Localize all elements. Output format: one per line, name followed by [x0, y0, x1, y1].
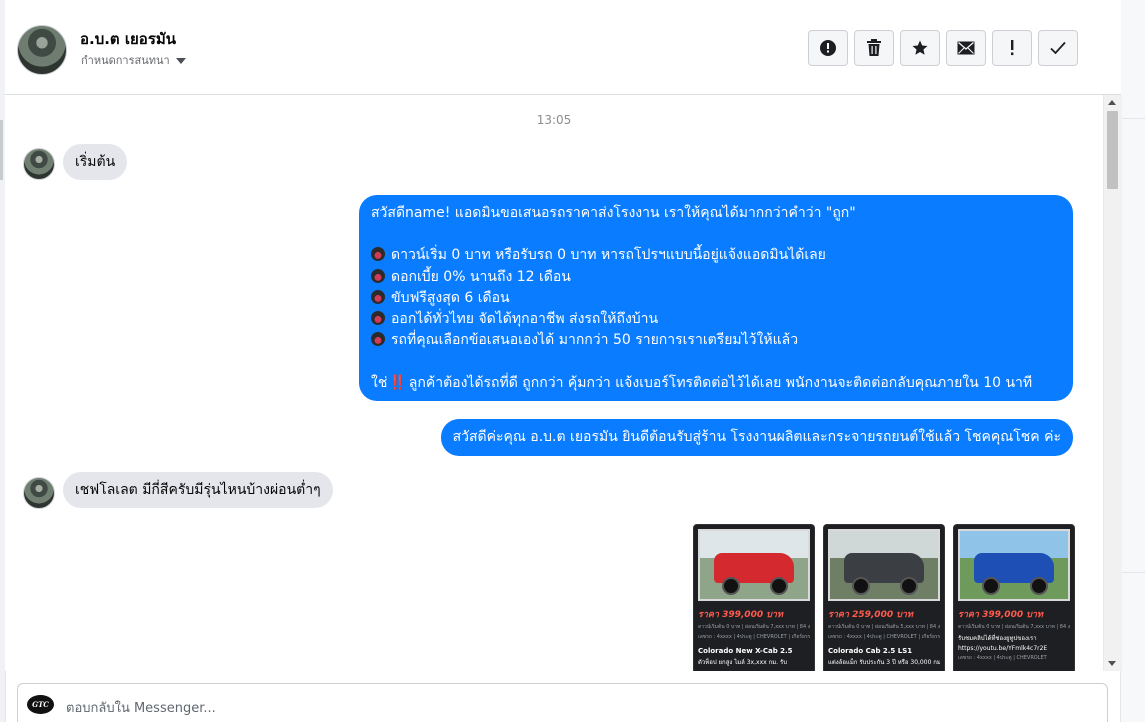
star-button[interactable] — [900, 30, 940, 66]
star-icon — [912, 40, 928, 55]
conversation-assign-dropdown[interactable]: กำหนดการสนทนา — [81, 51, 186, 69]
exclamation-icon — [1011, 40, 1014, 56]
message-timestamp: 13:05 — [536, 113, 572, 127]
conversation-assign-label: กำหนดการสนทนา — [81, 54, 170, 67]
car-price: ราคา 399,000 บาท — [698, 610, 783, 620]
incoming-message[interactable]: เริ่มต้น — [63, 144, 128, 180]
car-model: Colorado New X-Cab 2.5 — [698, 647, 793, 655]
car-emoji-icon — [371, 332, 385, 347]
promo-greeting: สวัสดีname! แอดมินขอเสนอรถราคาส่งโรงงาน … — [371, 205, 856, 221]
conversation-header: อ.บ.ต เยอรมัน กำหนดการสนทนา — [5, 0, 1121, 95]
messenger-inbox-app: อ.บ.ต เยอรมัน กำหนดการสนทนา 13:05 เริ่มต… — [0, 0, 1145, 722]
envelope-icon — [957, 41, 975, 55]
delete-button[interactable] — [854, 30, 894, 66]
car-emoji-icon — [371, 289, 385, 304]
car-youtube-link[interactable]: https://youtu.be/YFmlk4c7r2E — [958, 645, 1070, 652]
car-image-gallery: ราคา 399,000 บาท ดาวน์เริ่มต้น 0 บาท | ผ… — [693, 524, 1075, 671]
car-photo — [698, 529, 810, 601]
car-price: ราคา 259,000 บาท — [828, 610, 913, 620]
double-exclamation-icon: ‼️ — [389, 374, 407, 391]
car-emoji-icon — [371, 268, 385, 283]
promo-bullet: ดอกเบี้ย 0% นานถึง 12 เดือน — [371, 267, 1061, 288]
car-offer-card[interactable]: ราคา 399,000 บาท ดาวน์เริ่มต้น 0 บาท | ผ… — [953, 524, 1075, 671]
car-subline: ตัวท็อป ยกสูง ไมล์ 3x,xxx กม. รับ — [698, 659, 788, 666]
promo-bullet: รถที่คุณเลือกข้อเสนอเองได้ มากกว่า 50 รา… — [371, 330, 1061, 351]
spam-button[interactable] — [992, 30, 1032, 66]
car-model: Colorado Cab 2.5 LS1 — [828, 647, 913, 655]
thread-scrollbar[interactable] — [1103, 95, 1122, 671]
caret-down-icon — [175, 57, 186, 64]
promo-bullet: ดาวน์เริ่ม 0 บาท หรือรับรถ 0 บาท หารถโปร… — [371, 245, 1061, 266]
sender-avatar[interactable] — [23, 477, 55, 509]
contact-avatar[interactable] — [17, 25, 67, 75]
car-photo — [828, 529, 940, 601]
car-subline: แต่งล้อแม็ก รับประกัน 3 ปี หรือ 30,000 ก… — [828, 659, 940, 666]
right-panel-edge — [1120, 0, 1145, 722]
car-price: ราคา 399,000 บาท — [958, 610, 1043, 620]
reply-input-placeholder[interactable]: ตอบกลับใน Messenger... — [66, 697, 216, 718]
car-emoji-icon — [371, 247, 385, 262]
check-icon — [1050, 41, 1066, 55]
trash-icon — [867, 39, 881, 56]
exclamation-circle-icon — [820, 40, 836, 56]
mark-unread-button[interactable] — [946, 30, 986, 66]
outgoing-message-promo[interactable]: สวัสดีname! แอดมินขอเสนอรถราคาส่งโรงงาน … — [359, 195, 1073, 402]
car-tags: เลขรถ : 4xxxx | 4ประตู | CHEVROLET — [958, 655, 1047, 661]
car-finance-details: ดาวน์เริ่มต้น 0 บาท | ผ่อนเริ่มต้น 7,xxx… — [698, 624, 810, 630]
promo-closing: ใช่ ‼️ ลูกค้าต้องได้รถที่ดี ถูกกว่า คุ้มกว… — [371, 373, 1061, 394]
car-emoji-icon — [371, 311, 385, 326]
car-tags: เลขรถ : 4xxxx | 4ประตู | CHEVROLET | เกี… — [698, 634, 810, 640]
car-finance-details: ดาวน์เริ่มต้น 0 บาท | ผ่อนเริ่มต้น 7,xxx… — [958, 624, 1070, 630]
report-button[interactable] — [808, 30, 848, 66]
conversation-actions-toolbar — [808, 30, 1078, 66]
car-offer-card[interactable]: ราคา 399,000 บาท ดาวน์เริ่มต้น 0 บาท | ผ… — [693, 524, 815, 671]
mark-done-button[interactable] — [1038, 30, 1078, 66]
scrollbar-thumb[interactable] — [1107, 111, 1118, 189]
outgoing-message-welcome[interactable]: สวัสดีค่ะคุณ อ.บ.ต เยอรมัน ยินดีต้อนรับส… — [440, 419, 1073, 457]
scroll-down-arrow-icon[interactable] — [1108, 661, 1116, 666]
reply-composer[interactable]: GTC ตอบกลับใน Messenger... — [17, 683, 1108, 722]
car-tags: เลขรถ : 4xxxx | 4ประตู | CHEVROLET | เกี… — [828, 634, 940, 640]
promo-bullet: ขับฟรีสูงสุด 6 เดือน — [371, 288, 1061, 309]
car-offer-card[interactable]: ราคา 259,000 บาท ดาวน์เริ่มต้น 0 บาท | ผ… — [823, 524, 945, 671]
sender-avatar[interactable] — [23, 148, 55, 180]
car-photo — [958, 529, 1070, 601]
promo-bullet: ออกได้ทั่วไทย จัดได้ทุกอาชีพ ส่งรถให้ถึง… — [371, 309, 1061, 330]
message-thread[interactable]: 13:05 เริ่มต้น สวัสดีname! แอดมินขอเสนอร… — [5, 95, 1103, 671]
car-youtube-note: รับชมคลิปได้ที่ช่องยูทูปของเรา — [958, 635, 1037, 642]
contact-name[interactable]: อ.บ.ต เยอรมัน — [80, 27, 176, 51]
car-finance-details: ดาวน์เริ่มต้น 0 บาท | ผ่อนเริ่มต้น 5,xxx… — [828, 624, 940, 630]
page-avatar: GTC — [27, 695, 54, 714]
incoming-message[interactable]: เชฟโลเลต มีกี่สีครับมีรุ่นไหนบ้างผ่อนต่ำ… — [63, 472, 333, 508]
scroll-up-arrow-icon[interactable] — [1108, 100, 1116, 105]
